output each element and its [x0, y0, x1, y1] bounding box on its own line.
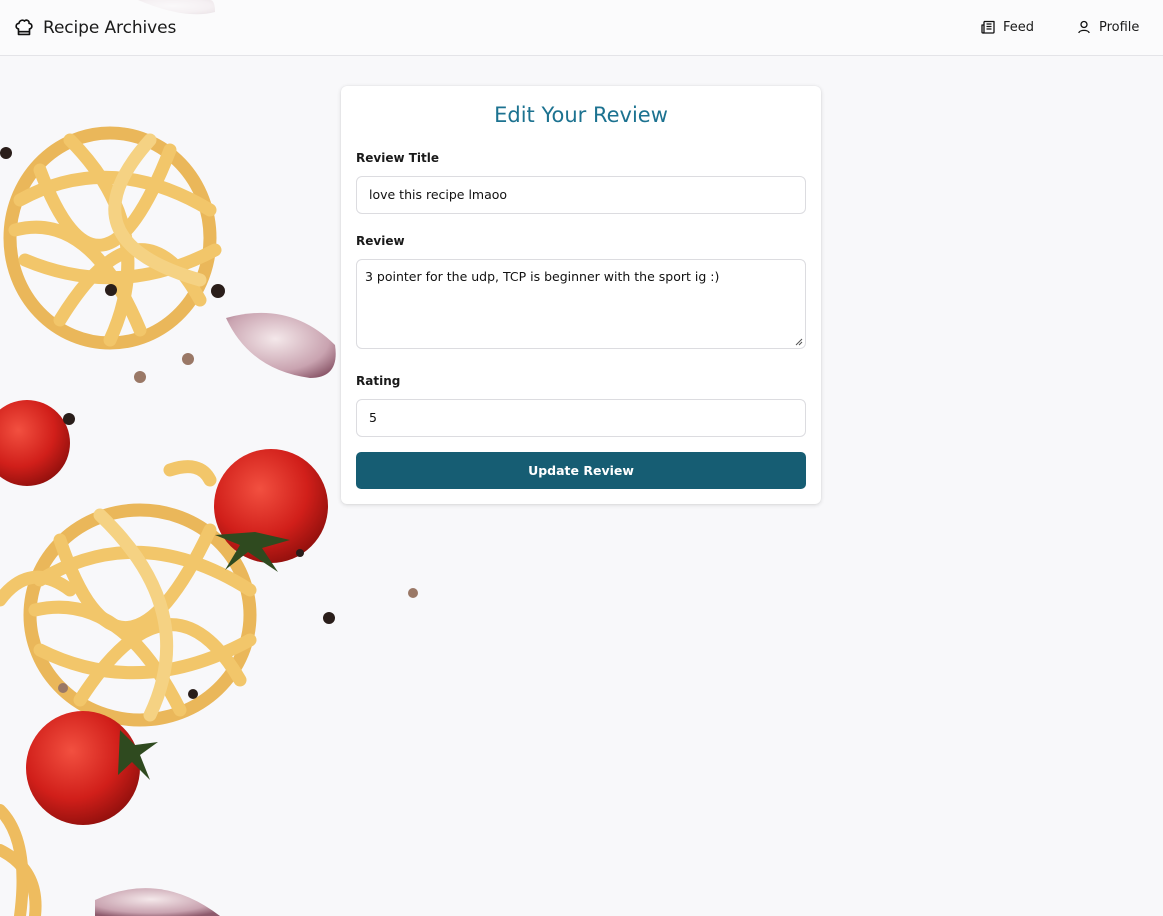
newspaper-icon — [981, 20, 995, 34]
nav-profile-link[interactable]: Profile — [1076, 19, 1139, 35]
rating-input[interactable]: 5 — [356, 399, 806, 437]
page-title: Edit Your Review — [494, 103, 668, 127]
chef-hat-icon — [15, 19, 33, 36]
top-navbar: Recipe Archives Feed Profile — [0, 0, 1163, 56]
user-icon — [1078, 20, 1090, 34]
edit-review-card: Edit Your Review Review Title love this … — [341, 86, 821, 504]
nav-feed-link[interactable]: Feed — [980, 19, 1034, 35]
review-textarea[interactable]: 3 pointer for the udp, TCP is beginner w… — [356, 259, 806, 349]
rating-label: Rating — [356, 374, 401, 388]
nav-feed-label: Feed — [1003, 19, 1035, 35]
resize-handle-icon[interactable] — [794, 337, 803, 346]
nav-profile-label: Profile — [1099, 19, 1140, 35]
review-text-value: 3 pointer for the udp, TCP is beginner w… — [365, 269, 720, 284]
brand-title: Recipe Archives — [43, 18, 177, 38]
review-title-input[interactable]: love this recipe lmaoo — [356, 176, 806, 214]
brand-link[interactable]: Recipe Archives — [13, 17, 176, 39]
review-text-label: Review — [356, 234, 405, 248]
review-title-label: Review Title — [356, 151, 440, 165]
update-review-button[interactable]: Update Review — [356, 452, 806, 489]
